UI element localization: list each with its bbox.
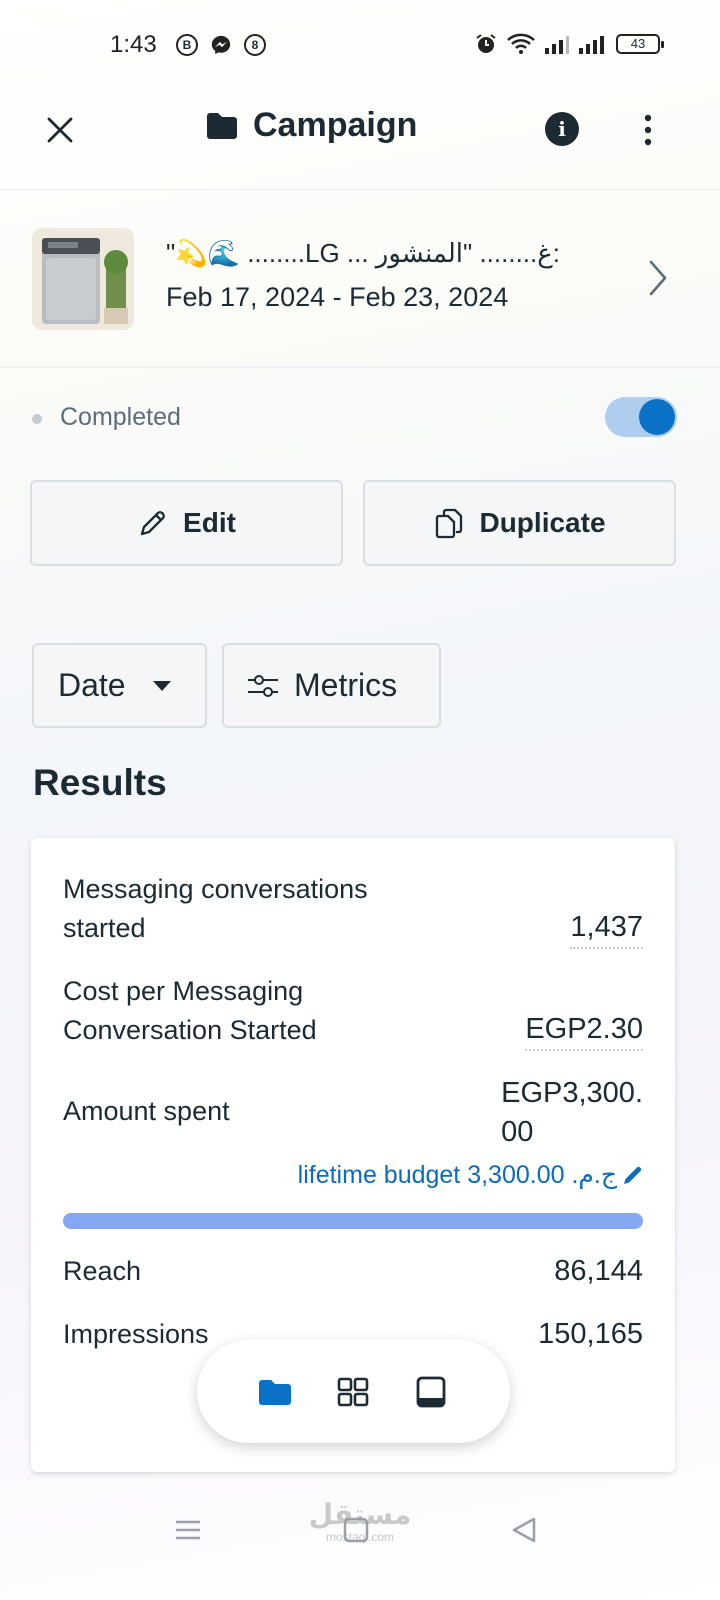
metric-value-line: EGP3,300. bbox=[501, 1077, 643, 1109]
metric-label-impressions: Impressions bbox=[63, 1319, 209, 1349]
tab-campaigns[interactable] bbox=[257, 1374, 293, 1410]
metric-label-line: Cost per Messaging bbox=[63, 976, 304, 1006]
ad-thumbnail bbox=[32, 228, 134, 330]
lifetime-budget-link[interactable]: lifetime budget ج.م.‏ 3,300.00 bbox=[298, 1160, 645, 1190]
app-8-icon: 8 bbox=[244, 34, 266, 56]
metric-label-line: Messaging conversations bbox=[63, 874, 368, 904]
metric-value-amount-spent: EGP3,300. 00 bbox=[501, 1074, 643, 1152]
campaign-status-row: Completed bbox=[32, 395, 677, 441]
metric-value-conversations[interactable]: 1,437 bbox=[570, 908, 643, 949]
signal-icon bbox=[545, 36, 569, 54]
info-icon: i bbox=[558, 117, 566, 141]
pencil-icon bbox=[624, 1166, 642, 1184]
ad-date-range: Feb 17, 2024 - Feb 23, 2024 bbox=[166, 282, 509, 312]
top-app-bar: Campaign i bbox=[0, 90, 720, 190]
sliders-icon bbox=[248, 674, 278, 697]
ad-chevron[interactable] bbox=[646, 258, 670, 298]
ad-summary-row[interactable]: "💫🌊 ........LG ... غ........ "المنشور: F… bbox=[0, 190, 720, 368]
campaign-toggle[interactable] bbox=[605, 397, 677, 437]
metric-label-reach: Reach bbox=[63, 1256, 142, 1286]
results-heading: Results bbox=[33, 762, 167, 803]
close-button[interactable] bbox=[40, 110, 80, 150]
ad-icon bbox=[416, 1376, 446, 1408]
home-nav-button[interactable] bbox=[336, 1510, 376, 1550]
system-nav-bar: مستقل mostaql.com bbox=[0, 1490, 720, 1600]
duplicate-icon bbox=[436, 508, 463, 539]
edit-label: Edit bbox=[183, 507, 236, 538]
messenger-icon bbox=[210, 34, 232, 61]
metric-label-conversations: Messaging conversations started bbox=[63, 870, 368, 948]
more-options-button[interactable] bbox=[636, 110, 660, 150]
metrics-filter-button[interactable]: Metrics bbox=[222, 643, 441, 728]
folder-icon bbox=[259, 1380, 291, 1405]
home-square-icon bbox=[343, 1517, 369, 1543]
back-nav-button[interactable] bbox=[504, 1510, 544, 1550]
info-button[interactable]: i bbox=[545, 112, 579, 146]
metric-label-amount-spent: Amount spent bbox=[63, 1096, 230, 1126]
duplicate-label: Duplicate bbox=[479, 507, 606, 538]
tab-ad-sets[interactable] bbox=[335, 1374, 371, 1410]
page-title: Campaign bbox=[253, 106, 418, 144]
metric-label-cost-per-conversation: Cost per Messaging Conversation Started bbox=[63, 972, 317, 1050]
grid-icon bbox=[337, 1377, 369, 1407]
metric-value-impressions: 150,165 bbox=[538, 1318, 643, 1350]
back-triangle-icon bbox=[512, 1517, 536, 1543]
budget-progress-bar bbox=[63, 1213, 643, 1229]
status-time: 1:43 bbox=[110, 31, 157, 58]
status-label: Completed bbox=[60, 403, 181, 431]
menu-icon bbox=[176, 1520, 200, 1540]
pencil-icon bbox=[140, 511, 165, 536]
battery-icon: 43 bbox=[616, 34, 664, 54]
signal-icon-2 bbox=[579, 36, 604, 54]
folder-icon bbox=[207, 112, 237, 139]
chevron-right-icon bbox=[649, 260, 667, 296]
more-vertical-icon bbox=[644, 114, 652, 146]
caret-down-icon bbox=[152, 680, 171, 691]
status-dot bbox=[32, 414, 42, 424]
close-icon bbox=[47, 117, 73, 143]
alarm-icon bbox=[476, 34, 496, 53]
bottom-tab-bar bbox=[197, 1340, 510, 1443]
metric-value-cost-per-conversation[interactable]: EGP2.30 bbox=[525, 1010, 643, 1051]
duplicate-button[interactable]: Duplicate bbox=[363, 480, 676, 566]
metrics-filter-label: Metrics bbox=[294, 667, 398, 703]
toggle-knob bbox=[639, 399, 675, 435]
b-app-icon: B bbox=[176, 34, 198, 56]
wifi-icon bbox=[507, 33, 535, 54]
title-group: Campaign bbox=[205, 106, 417, 145]
menu-nav-button[interactable] bbox=[168, 1510, 208, 1550]
edit-button[interactable]: Edit bbox=[30, 480, 343, 566]
status-bar: 1:43 B 8 43 bbox=[0, 0, 720, 90]
metric-label-line: started bbox=[63, 913, 146, 943]
ad-title: "💫🌊 ........LG ... غ........ "المنشور: bbox=[166, 238, 560, 268]
metric-value-reach: 86,144 bbox=[554, 1255, 643, 1287]
metric-label-line: Conversation Started bbox=[63, 1015, 317, 1045]
tab-ads[interactable] bbox=[413, 1374, 449, 1410]
lifetime-budget-text: lifetime budget ج.م.‏ 3,300.00 bbox=[297, 1161, 617, 1189]
status-right: 43 bbox=[474, 32, 664, 56]
date-filter-label: Date bbox=[58, 667, 126, 703]
metric-value-line: 00 bbox=[501, 1116, 534, 1148]
washing-machine-image bbox=[32, 228, 134, 330]
date-filter-dropdown[interactable]: Date bbox=[32, 643, 207, 728]
